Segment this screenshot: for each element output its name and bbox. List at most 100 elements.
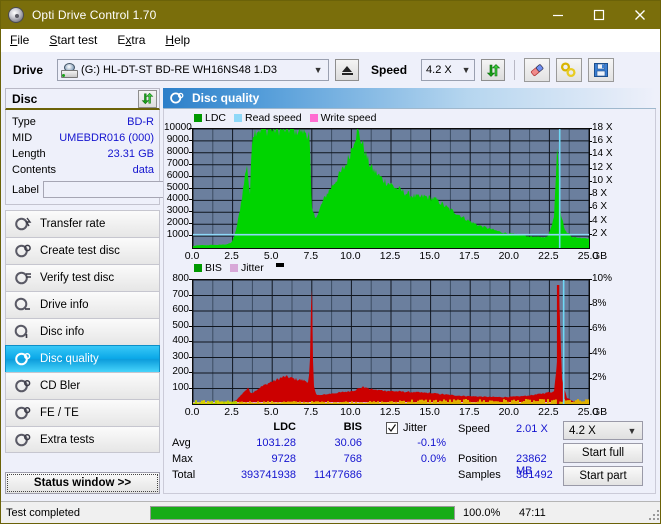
y-tick-label: 4000 (166, 193, 189, 205)
sidebar-item-cd-bler[interactable]: CD Bler (5, 372, 160, 399)
stats-bis-total: 11477686 (313, 469, 362, 481)
x-tick-label: 12.5 (379, 406, 401, 418)
y2-tick-mark (589, 328, 592, 330)
legend-write-speed: Write speed (309, 112, 377, 124)
sidebar-item-create-test-disc[interactable]: Create test disc (5, 237, 160, 264)
bis-jitter-chart[interactable] (192, 279, 590, 405)
refresh-drive-button[interactable] (481, 59, 506, 81)
jitter-max-value: 0.0% (420, 453, 446, 465)
jitter-group: Jitter -0.1% 0.0% (368, 421, 458, 491)
minimize-button[interactable] (537, 1, 578, 29)
legend-swatch-ldc (194, 114, 202, 122)
progress-percent: 100.0% (463, 506, 501, 519)
jitter-label: Jitter (403, 422, 427, 434)
sidebar-item-transfer-rate[interactable]: Transfer rate (5, 210, 160, 237)
legend-swatch-write-speed (309, 114, 318, 122)
disc-write-icon (14, 243, 32, 259)
progress-bar (150, 505, 455, 520)
y2-tick-mark (589, 207, 592, 209)
save-button[interactable] (588, 58, 615, 82)
test-speed-select[interactable]: 4.2 X ▼ (563, 421, 643, 440)
x-tick-label: 7.5 (303, 250, 319, 262)
y-tick-label: 3000 (166, 205, 189, 217)
test-speed-value: 4.2 X (569, 424, 596, 437)
disc-info-panel: Type BD-R MID UMEBDR016 (000) Length 23.… (5, 110, 212, 205)
resize-grip-icon[interactable] (649, 510, 659, 520)
start-part-button[interactable]: Start part (563, 466, 643, 486)
drive-select[interactable]: (G:) HL-DT-ST BD-RE WH16NS48 1.D3 ▼ (57, 59, 330, 81)
start-full-button[interactable]: Start full (563, 443, 643, 463)
x-tick-label: 10.0 (340, 406, 361, 418)
content-header: Disc quality (163, 88, 656, 109)
status-bar: Test completed 100.0% 47:11 (1, 501, 660, 523)
y-tick-mark (189, 310, 192, 311)
sidebar-item-extra-tests[interactable]: Extra tests (5, 426, 160, 453)
y2-tick-label: 8 X (592, 188, 608, 200)
window-title: Opti Drive Control 1.70 (32, 8, 157, 22)
x-tick-label: 2.5 (224, 250, 239, 262)
y2-tick-label: 18 X (592, 122, 613, 133)
y2-tick-label: 4 X (592, 214, 608, 226)
sidebar-item-fe-te[interactable]: FE / TE (5, 399, 160, 426)
y-tick-label: 8000 (166, 145, 189, 157)
y2-tick-mark (589, 279, 592, 280)
speed-readout-value: 2.01 X (516, 423, 548, 435)
maximize-button[interactable] (578, 1, 619, 29)
sidebar-item-disc-quality[interactable]: Disc quality (5, 345, 160, 372)
sidebar-item-disc-info[interactable]: Disc info (5, 318, 160, 345)
sidebar-item-label: Create test disc (40, 245, 120, 257)
menu-start-test[interactable]: Start test (49, 33, 97, 47)
sidebar-item-label: Transfer rate (40, 218, 106, 230)
toolbar: Drive (G:) HL-DT-ST BD-RE WH16NS48 1.D3 … (1, 52, 660, 88)
menu-file[interactable]: File (10, 33, 29, 47)
y-tick-label: 100 (172, 381, 189, 393)
y-tick-mark (189, 235, 192, 237)
sidebar-item-verify-test-disc[interactable]: Verify test disc (5, 264, 160, 291)
disc-mid-value: UMEBDR016 (000) (59, 132, 154, 144)
y-tick-mark (189, 211, 192, 213)
y2-tick-mark (589, 128, 592, 129)
y-tick-label: 500 (172, 319, 189, 331)
x-tick-label: 5.0 (263, 406, 279, 418)
close-button[interactable] (619, 1, 660, 29)
sidebar-item-label: Disc info (40, 326, 85, 338)
erase-disc-button[interactable] (524, 58, 551, 82)
status-window-button[interactable]: Status window >> (5, 472, 160, 494)
sidebar-item-drive-info[interactable]: Drive info (5, 291, 160, 318)
stats-ldc-total: 393741938 (240, 469, 296, 481)
y2-tick-mark (589, 180, 592, 182)
y-tick-label: 2000 (166, 217, 189, 229)
y2-tick-mark (589, 303, 592, 305)
x-tick-label: 15.0 (419, 406, 440, 418)
y-tick-label: 800 (172, 273, 189, 284)
stats-col-header-ldc: LDC (273, 421, 296, 433)
y2-tick-mark (589, 167, 592, 169)
y-tick-mark (189, 175, 192, 177)
y-tick-mark (189, 187, 192, 189)
eject-button[interactable] (335, 59, 360, 81)
menu-extra[interactable]: Extra (117, 33, 145, 47)
y2-tick-label: 10 X (592, 174, 613, 186)
x-tick-label: 5.0 (263, 250, 279, 262)
menu-help[interactable]: Help (165, 33, 190, 47)
app-window: Opti Drive Control 1.70 File Start test … (0, 0, 661, 524)
speed-select[interactable]: 4.2 X ▼ (421, 59, 476, 81)
y2-tick-mark (589, 220, 592, 222)
y-tick-mark (189, 163, 192, 165)
sidebar-item-label: CD Bler (40, 380, 81, 392)
drive-info-icon (14, 297, 32, 313)
refresh-disc-button[interactable] (138, 89, 157, 108)
y-tick-label: 300 (172, 350, 189, 362)
fe-te-icon (14, 405, 32, 421)
jitter-checkbox[interactable] (386, 422, 398, 434)
y-tick-label: 9000 (166, 133, 189, 145)
ldc-speed-chart[interactable] (192, 128, 590, 249)
optical-drive-icon (61, 62, 79, 78)
y2-tick-label: 16 X (592, 135, 613, 147)
tools-button[interactable] (556, 58, 583, 82)
disc-verify-icon (14, 270, 32, 286)
readout-group: Speed 2.01 X Position 23862 MB Samples 3… (458, 421, 563, 491)
content-panel: Disc quality LDC Read speed Write speed … (163, 88, 656, 494)
drive-label: Drive (13, 63, 44, 77)
menu-file-rest: ile (17, 33, 30, 47)
